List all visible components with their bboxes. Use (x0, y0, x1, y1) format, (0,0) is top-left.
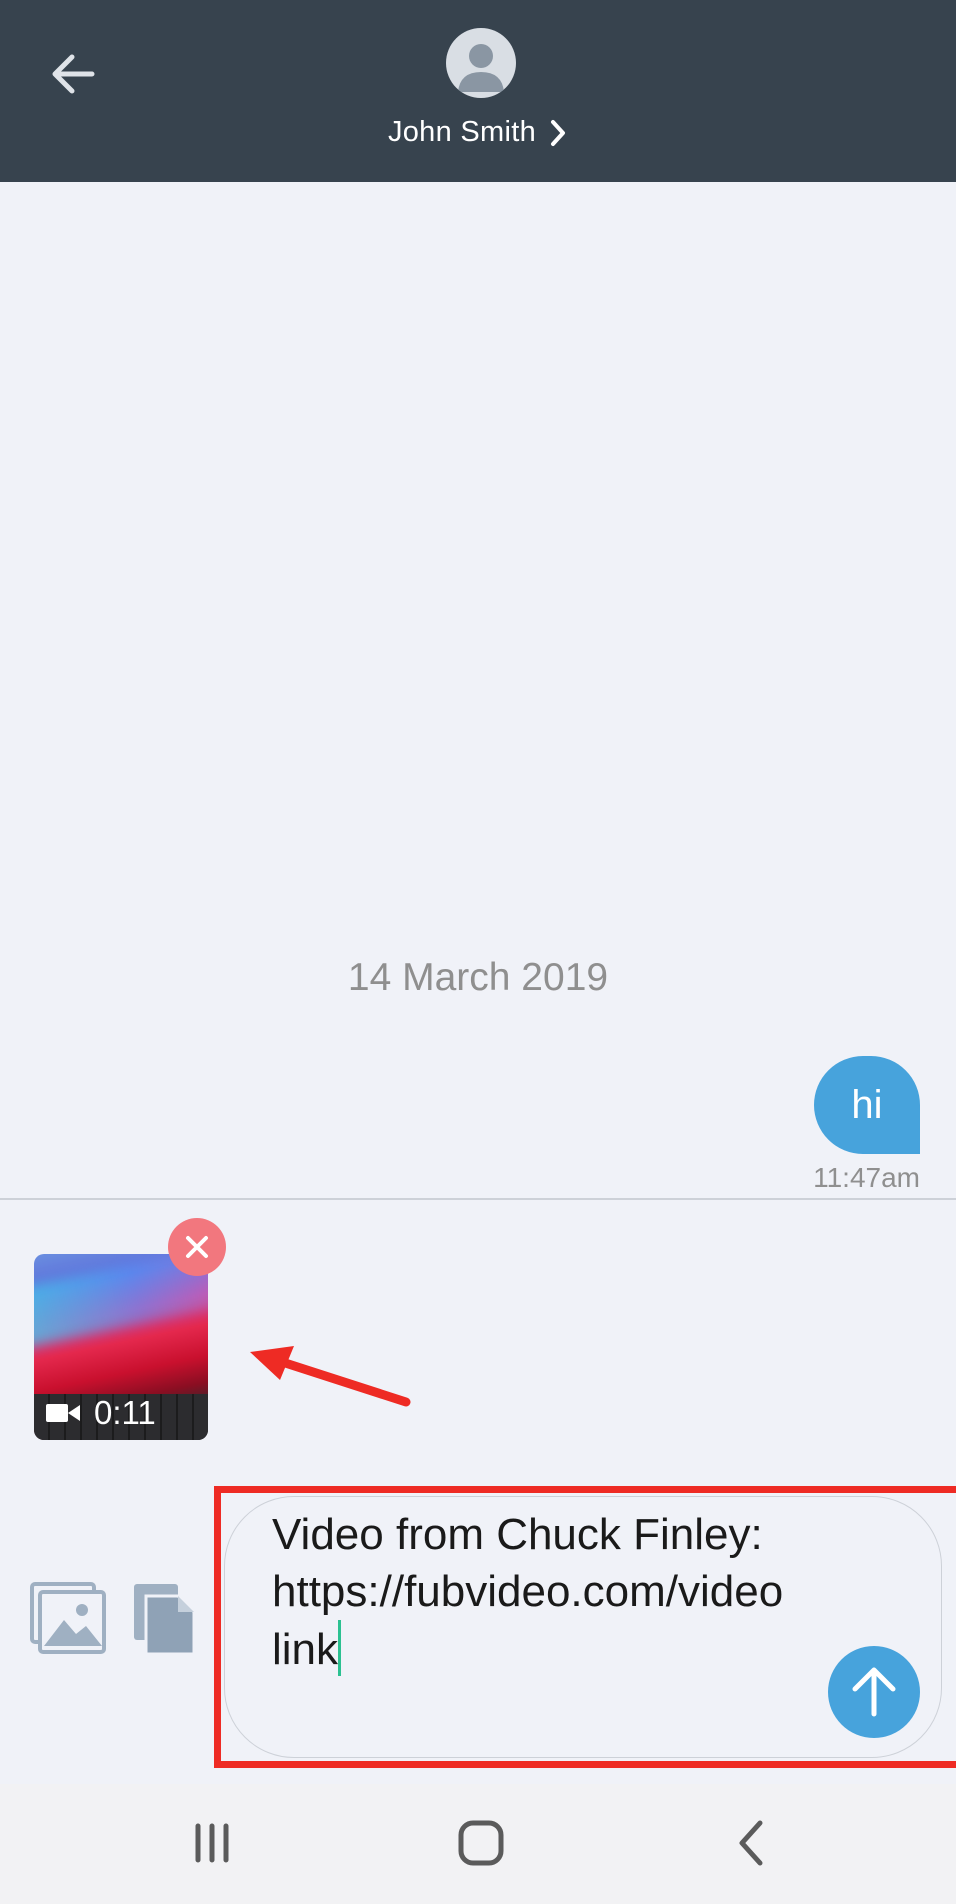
back-arrow-icon[interactable] (44, 44, 104, 104)
video-camera-icon (46, 1404, 80, 1422)
send-arrow-icon (852, 1667, 896, 1717)
file-icon[interactable] (132, 1582, 198, 1656)
video-attachment-thumbnail[interactable]: 0:11 (34, 1254, 208, 1440)
contact-name-link[interactable]: John Smith (0, 116, 956, 149)
app-header: John Smith (0, 0, 956, 182)
send-button[interactable] (828, 1646, 920, 1738)
back-nav-icon[interactable] (714, 1808, 790, 1878)
remove-attachment-button[interactable] (168, 1218, 226, 1276)
close-icon (186, 1236, 208, 1258)
message-timestamp: 11:47am (813, 1162, 920, 1193)
system-nav-bar (0, 1784, 956, 1904)
recent-apps-icon[interactable] (174, 1808, 250, 1878)
gallery-icon[interactable] (30, 1582, 106, 1654)
video-duration: 0:11 (94, 1394, 156, 1431)
annotation-arrow (250, 1346, 411, 1407)
contact-name: John Smith (387, 116, 537, 148)
avatar[interactable] (446, 28, 516, 98)
chevron-right-icon (551, 119, 566, 146)
video-duration-label: 0:11 (46, 1394, 156, 1432)
date-separator: 14 March 2019 (347, 956, 609, 999)
message-input-text[interactable]: Video from Chuck Finley: https://fubvide… (272, 1506, 792, 1678)
divider (0, 1198, 956, 1200)
text-cursor (338, 1620, 342, 1676)
home-icon[interactable] (443, 1808, 519, 1878)
message-bubble[interactable]: hi (814, 1056, 920, 1154)
